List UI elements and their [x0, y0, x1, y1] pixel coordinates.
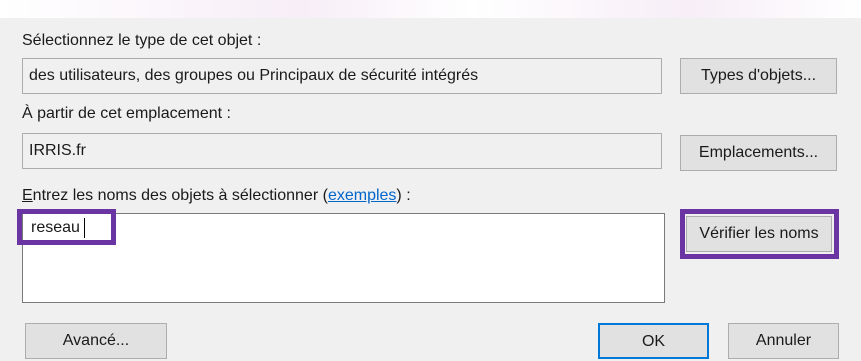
names-label-suffix: ) : — [396, 187, 411, 204]
object-type-label: Sélectionnez le type de cet objet : — [22, 32, 262, 49]
object-names-input[interactable]: reseau — [22, 213, 665, 303]
location-label: À partir de cet emplacement : — [22, 105, 231, 122]
cancel-button[interactable]: Annuler — [728, 323, 839, 359]
names-label: Entrez les noms des objets à sélectionne… — [22, 186, 411, 206]
select-objects-dialog: Sélectionnez le type de cet objet : des … — [0, 18, 861, 361]
text-caret — [84, 218, 85, 238]
ok-button[interactable]: OK — [598, 323, 709, 359]
object-type-field: des utilisateurs, des groupes ou Princip… — [22, 58, 662, 94]
location-field: IRRIS.fr — [22, 133, 662, 169]
names-label-text: ntrez les noms des objets à sélectionner… — [32, 187, 328, 204]
names-label-accelerator: E — [22, 187, 33, 204]
object-types-button[interactable]: Types d'objets... — [680, 58, 837, 94]
locations-button[interactable]: Emplacements... — [680, 135, 837, 171]
examples-link[interactable]: exemples — [328, 187, 396, 204]
advanced-button[interactable]: Avancé... — [25, 323, 167, 359]
check-names-button[interactable]: Vérifier les noms — [686, 216, 832, 252]
object-names-text: reseau — [31, 219, 80, 236]
